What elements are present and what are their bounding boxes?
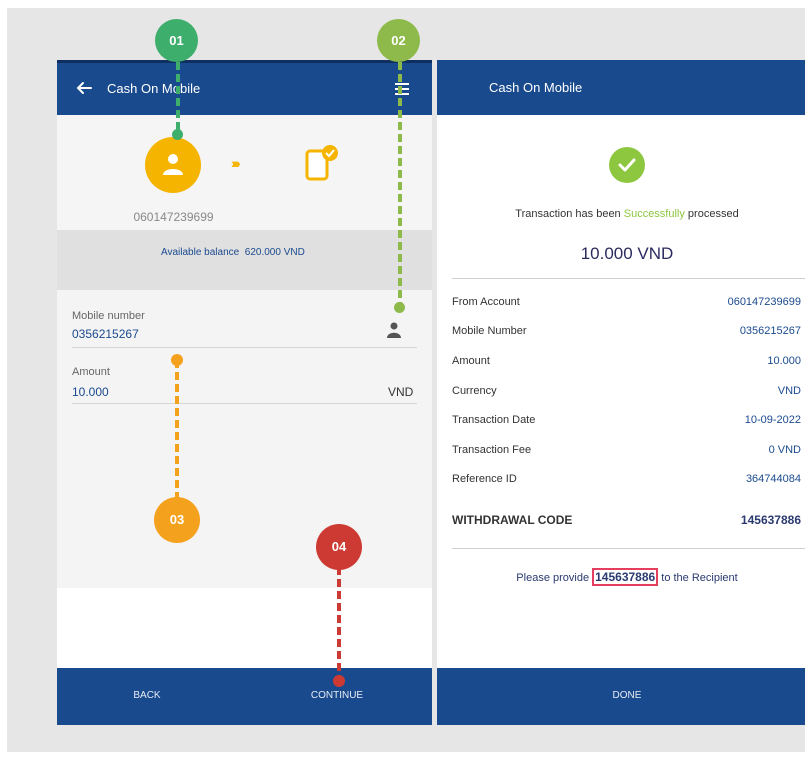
mobile-number-field[interactable]: 0356215267 bbox=[72, 327, 139, 341]
phone-check-icon bbox=[305, 145, 338, 181]
field-underline bbox=[72, 347, 417, 348]
detail-value: 0 VND bbox=[768, 444, 801, 456]
success-message: Transaction has been Successfully proces… bbox=[437, 208, 805, 220]
success-word: Successfully bbox=[623, 208, 685, 220]
callout-02: 02 bbox=[377, 19, 420, 62]
transaction-amount: 10.000 VND bbox=[580, 244, 674, 263]
mobile-number-label: Mobile number bbox=[72, 310, 145, 322]
check-circle-icon bbox=[609, 147, 645, 183]
detail-label: From Account bbox=[452, 296, 520, 308]
detail-value: 0356215267 bbox=[739, 325, 801, 337]
top-bar: Cash On Mobile bbox=[57, 60, 432, 115]
callout-04-leader bbox=[337, 567, 341, 677]
divider bbox=[452, 548, 805, 549]
detail-row: Transaction Fee 0 VND bbox=[452, 444, 801, 460]
callout-01: 01 bbox=[155, 19, 198, 62]
callout-01-anchor bbox=[172, 129, 183, 140]
transfer-hero: ›››› 060147239699 bbox=[57, 115, 432, 230]
highlighted-code: 145637886 bbox=[592, 568, 659, 586]
detail-label: Reference ID bbox=[452, 473, 517, 485]
detail-row: From Account 060147239699 bbox=[452, 296, 801, 312]
detail-row: Amount 10.000 bbox=[452, 355, 801, 371]
detail-value: 10-09-2022 bbox=[744, 414, 801, 426]
bottom-action-bar: DONE bbox=[437, 668, 805, 725]
screenshot-stage: Cash On Mobile ›››› 060147239699 Availab… bbox=[0, 0, 805, 760]
withdrawal-code-label: WITHDRAWAL CODE bbox=[452, 513, 573, 527]
detail-value: VND bbox=[777, 385, 801, 397]
amount-field[interactable]: 10.000 bbox=[72, 385, 109, 399]
detail-label: Currency bbox=[452, 385, 497, 397]
balance-band: Available balance 620.000 VND bbox=[57, 230, 432, 290]
done-button[interactable]: DONE bbox=[437, 690, 805, 701]
account-number: 060147239699 bbox=[133, 210, 214, 224]
bottom-action-bar: BACK CONTINUE bbox=[57, 668, 432, 725]
screen-title: Cash On Mobile bbox=[489, 80, 583, 95]
user-avatar bbox=[145, 137, 201, 193]
transaction-success-screen: Cash On Mobile Transaction has been Succ… bbox=[437, 60, 805, 725]
continue-button[interactable]: CONTINUE bbox=[287, 690, 387, 701]
callout-03: 03 bbox=[154, 497, 200, 543]
withdrawal-code-value: 145637886 bbox=[740, 513, 801, 527]
screen-title: Cash On Mobile bbox=[107, 81, 201, 96]
detail-value: 10.000 bbox=[767, 355, 801, 367]
chevrons-right-icon: ›››› bbox=[231, 155, 241, 171]
detail-value: 364744084 bbox=[745, 473, 801, 485]
provide-suffix: to the Recipient bbox=[658, 572, 738, 584]
divider bbox=[452, 278, 805, 279]
provide-code-message: Please provide 145637886 to the Recipien… bbox=[437, 568, 805, 586]
detail-value: 060147239699 bbox=[727, 296, 801, 308]
contact-person-icon[interactable] bbox=[387, 322, 401, 338]
top-bar: Cash On Mobile bbox=[437, 60, 805, 115]
success-suffix: processed bbox=[684, 208, 739, 220]
detail-label: Transaction Date bbox=[452, 414, 536, 426]
balance-value: 620.000 VND bbox=[244, 247, 305, 258]
check-mark-icon bbox=[618, 158, 636, 172]
detail-label: Transaction Fee bbox=[452, 444, 532, 456]
callout-04: 04 bbox=[316, 524, 362, 570]
user-icon bbox=[163, 154, 183, 175]
callout-01-leader bbox=[176, 62, 180, 132]
callout-02-leader bbox=[398, 62, 402, 306]
callout-03-anchor bbox=[171, 354, 183, 366]
detail-row: Reference ID 364744084 bbox=[452, 473, 801, 489]
provide-prefix: Please provide bbox=[516, 572, 593, 584]
back-button[interactable]: BACK bbox=[97, 690, 197, 701]
field-underline bbox=[72, 403, 417, 404]
detail-row: Transaction Date 10-09-2022 bbox=[452, 414, 801, 430]
balance-label: Available balance bbox=[161, 247, 240, 258]
cash-on-mobile-form-screen: Cash On Mobile ›››› 060147239699 Availab… bbox=[57, 60, 432, 725]
success-prefix: Transaction has been bbox=[515, 208, 624, 220]
amount-label: Amount bbox=[72, 366, 110, 378]
detail-label: Amount bbox=[452, 355, 490, 367]
detail-row: Mobile Number 0356215267 bbox=[452, 325, 801, 341]
currency-label: VND bbox=[388, 385, 414, 399]
arrow-left-icon[interactable] bbox=[75, 79, 93, 97]
callout-03-leader bbox=[175, 360, 179, 498]
detail-row: Currency VND bbox=[452, 385, 801, 401]
available-balance: Available balance 620.000 VND bbox=[161, 247, 305, 258]
callout-02-anchor bbox=[394, 302, 405, 313]
transfer-form: Mobile number 0356215267 Amount 10.000 V… bbox=[57, 290, 432, 588]
callout-04-anchor bbox=[333, 675, 345, 687]
detail-label: Mobile Number bbox=[452, 325, 527, 337]
